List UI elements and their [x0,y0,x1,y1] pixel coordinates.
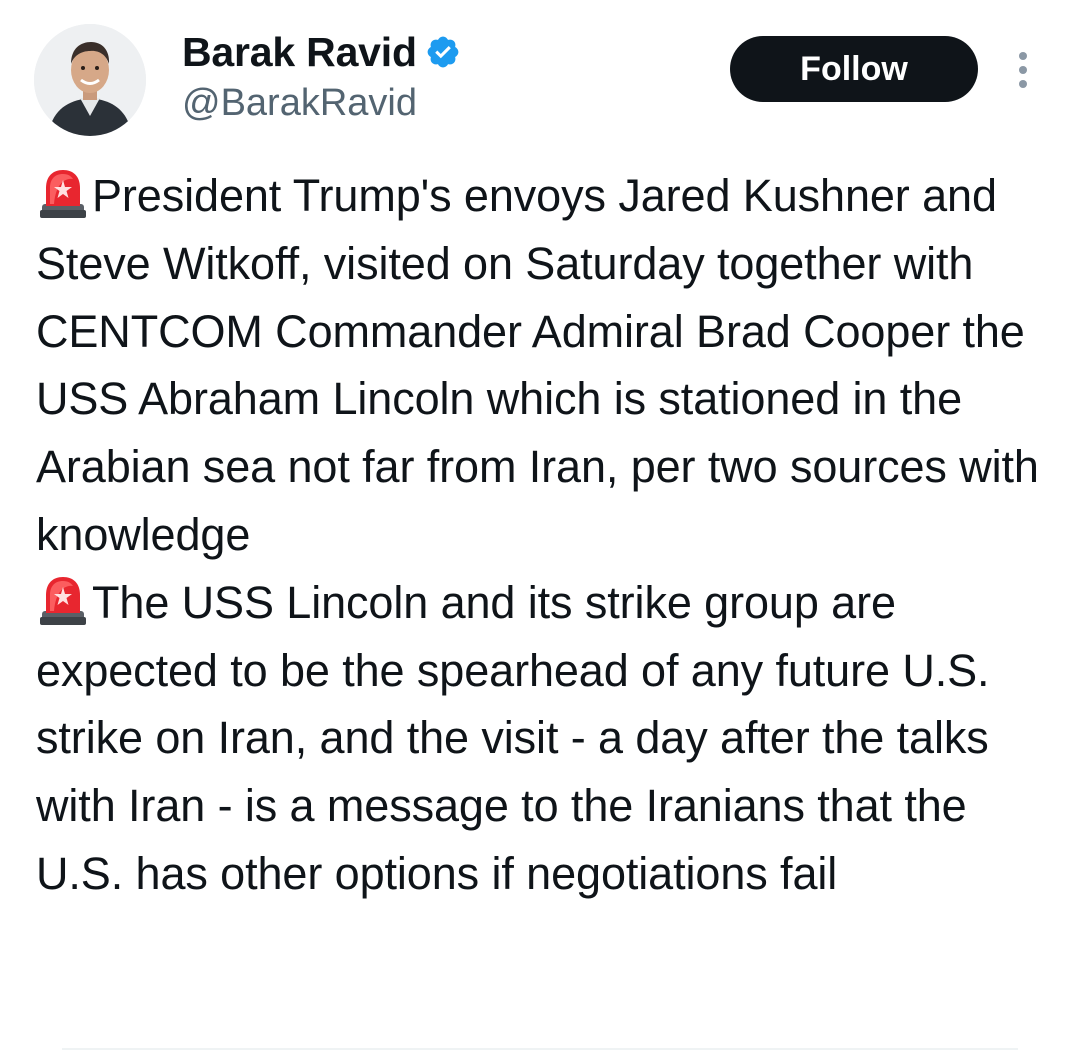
follow-button[interactable]: Follow [730,36,978,102]
divider [62,1048,1018,1050]
tweet-card: Barak Ravid @BarakRavid Follow President… [0,0,1080,1052]
verified-badge-icon [427,36,459,68]
tweet-paragraph-2-text: The USS Lincoln and its strike group are… [36,576,990,899]
tweet-paragraph-1: President Trump's envoys Jared Kushner a… [36,162,1056,569]
author-display-name[interactable]: Barak Ravid [182,28,417,76]
avatar[interactable] [34,24,146,136]
tweet-body: President Trump's envoys Jared Kushner a… [36,162,1056,908]
author-name-row: Barak Ravid [182,28,461,76]
siren-icon [40,170,86,218]
author-handle[interactable]: @BarakRavid [182,80,417,126]
tweet-paragraph-1-text: President Trump's envoys Jared Kushner a… [36,170,1039,560]
tweet-paragraph-2: The USS Lincoln and its strike group are… [36,569,1056,908]
profile-photo-icon [34,24,146,136]
siren-icon [40,576,86,625]
more-dots-icon[interactable] [1008,48,1038,92]
tweet-header: Barak Ravid @BarakRavid Follow [0,0,1080,150]
